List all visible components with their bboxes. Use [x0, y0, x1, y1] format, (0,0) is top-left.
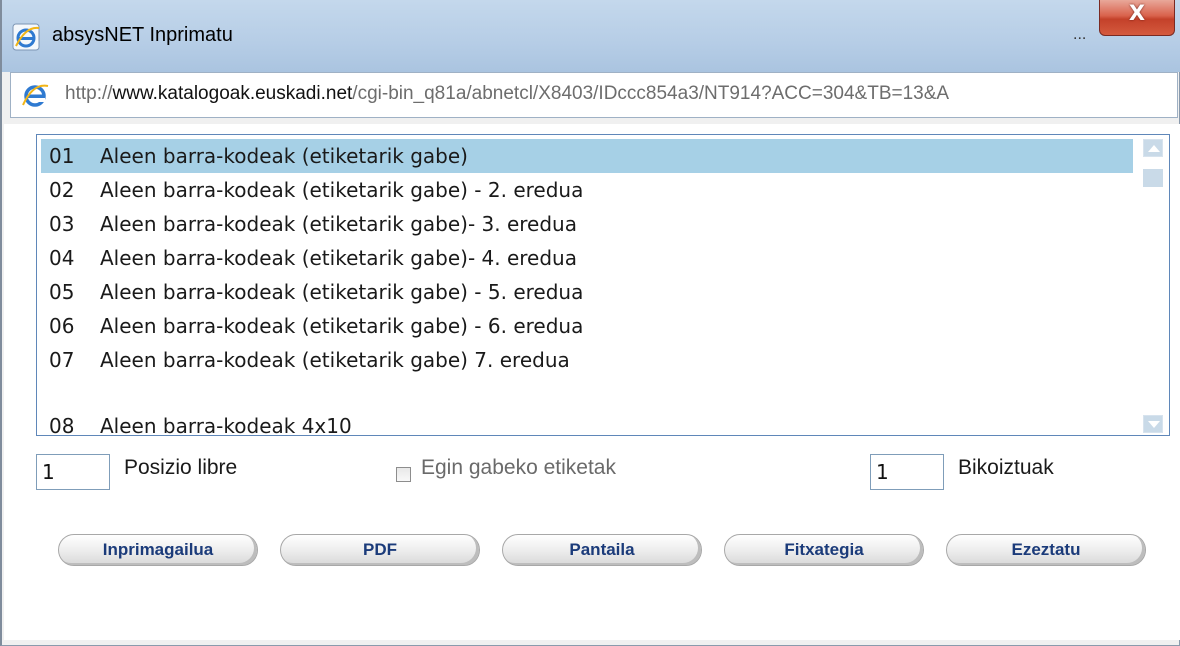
- print-dialog-window: absysNET Inprimatu ... X http://www.kata…: [0, 0, 1180, 646]
- dialog-content: 01 Aleen barra-kodeak (etiketarik gabe) …: [4, 124, 1180, 640]
- arrow-up-icon: [1148, 145, 1160, 152]
- copies-input[interactable]: 1: [870, 454, 944, 490]
- scroll-down-button[interactable]: [1143, 415, 1163, 433]
- file-button[interactable]: Fitxategia: [724, 534, 924, 566]
- list-item-label: Aleen barra-kodeak 4x10: [100, 414, 352, 436]
- title-bar[interactable]: absysNET Inprimatu ... X: [2, 0, 1180, 72]
- listbox-scrollbar[interactable]: [1143, 139, 1165, 433]
- window-title: absysNET Inprimatu: [52, 24, 233, 46]
- arrow-down-icon: [1148, 421, 1160, 428]
- list-item-label: Aleen barra-kodeak (etiketarik gabe) - 2…: [100, 178, 584, 202]
- scroll-thumb[interactable]: [1143, 169, 1163, 187]
- title-overflow: ...: [1073, 26, 1087, 43]
- list-item-number: 05: [49, 280, 75, 304]
- list-item-label: Aleen barra-kodeak (etiketarik gabe) - 6…: [100, 314, 584, 338]
- list-item-label: Aleen barra-kodeak (etiketarik gabe)- 3.…: [100, 212, 577, 236]
- list-item-number: 07: [49, 348, 75, 372]
- list-item-number: 08: [49, 414, 75, 436]
- printer-button[interactable]: Inprimagailua: [58, 534, 258, 566]
- list-item[interactable]: 06 Aleen barra-kodeak (etiketarik gabe) …: [41, 309, 1133, 343]
- list-item[interactable]: 05 Aleen barra-kodeak (etiketarik gabe) …: [41, 275, 1133, 309]
- cancel-button[interactable]: Ezeztatu: [946, 534, 1146, 566]
- list-item-number: 02: [49, 178, 75, 202]
- url-text: http://www.katalogoak.euskadi.net/cgi-bi…: [65, 83, 949, 105]
- list-item[interactable]: 07 Aleen barra-kodeak (etiketarik gabe) …: [41, 343, 1133, 377]
- internet-explorer-icon: [12, 23, 40, 51]
- url-path: /cgi-bin_q81a/abnetcl/X8403/IDccc854a3/N…: [352, 83, 950, 104]
- list-item-number: 04: [49, 246, 75, 270]
- address-bar: http://www.katalogoak.euskadi.net/cgi-bi…: [10, 72, 1178, 118]
- list-item-label: Aleen barra-kodeak (etiketarik gabe) - 5…: [100, 280, 584, 304]
- internet-explorer-icon: [22, 84, 49, 107]
- close-icon: X: [1128, 1, 1146, 25]
- list-item[interactable]: 01 Aleen barra-kodeak (etiketarik gabe): [41, 139, 1133, 173]
- screen-button[interactable]: Pantaila: [502, 534, 702, 566]
- list-item-label: Aleen barra-kodeak (etiketarik gabe)- 4.…: [100, 246, 577, 270]
- list-item[interactable]: 04 Aleen barra-kodeak (etiketarik gabe)-…: [41, 241, 1133, 275]
- list-item-number: 03: [49, 212, 75, 236]
- pdf-button[interactable]: PDF: [280, 534, 480, 566]
- free-position-input[interactable]: 1: [36, 454, 110, 490]
- list-item-label: Aleen barra-kodeak (etiketarik gabe): [100, 144, 468, 168]
- list-item[interactable]: 08 Aleen barra-kodeak 4x10: [41, 409, 1133, 436]
- list-item[interactable]: 02 Aleen barra-kodeak (etiketarik gabe) …: [41, 173, 1133, 207]
- free-position-label: Posizio libre: [124, 456, 238, 479]
- list-item-number: 01: [49, 144, 75, 168]
- url-domain: www.katalogoak.euskadi.net: [112, 83, 353, 104]
- list-item[interactable]: 03 Aleen barra-kodeak (etiketarik gabe)-…: [41, 207, 1133, 241]
- copies-label: Bikoiztuak: [958, 456, 1054, 479]
- close-button[interactable]: X: [1099, 0, 1175, 36]
- list-item-label: Aleen barra-kodeak (etiketarik gabe) 7. …: [100, 348, 570, 372]
- report-format-listbox[interactable]: 01 Aleen barra-kodeak (etiketarik gabe) …: [36, 134, 1170, 436]
- list-item-number: 06: [49, 314, 75, 338]
- url-prefix: http://: [65, 83, 113, 104]
- pending-labels-checkbox[interactable]: [396, 467, 411, 482]
- scroll-up-button[interactable]: [1143, 139, 1163, 157]
- pending-labels-label: Egin gabeko etiketak: [421, 456, 616, 479]
